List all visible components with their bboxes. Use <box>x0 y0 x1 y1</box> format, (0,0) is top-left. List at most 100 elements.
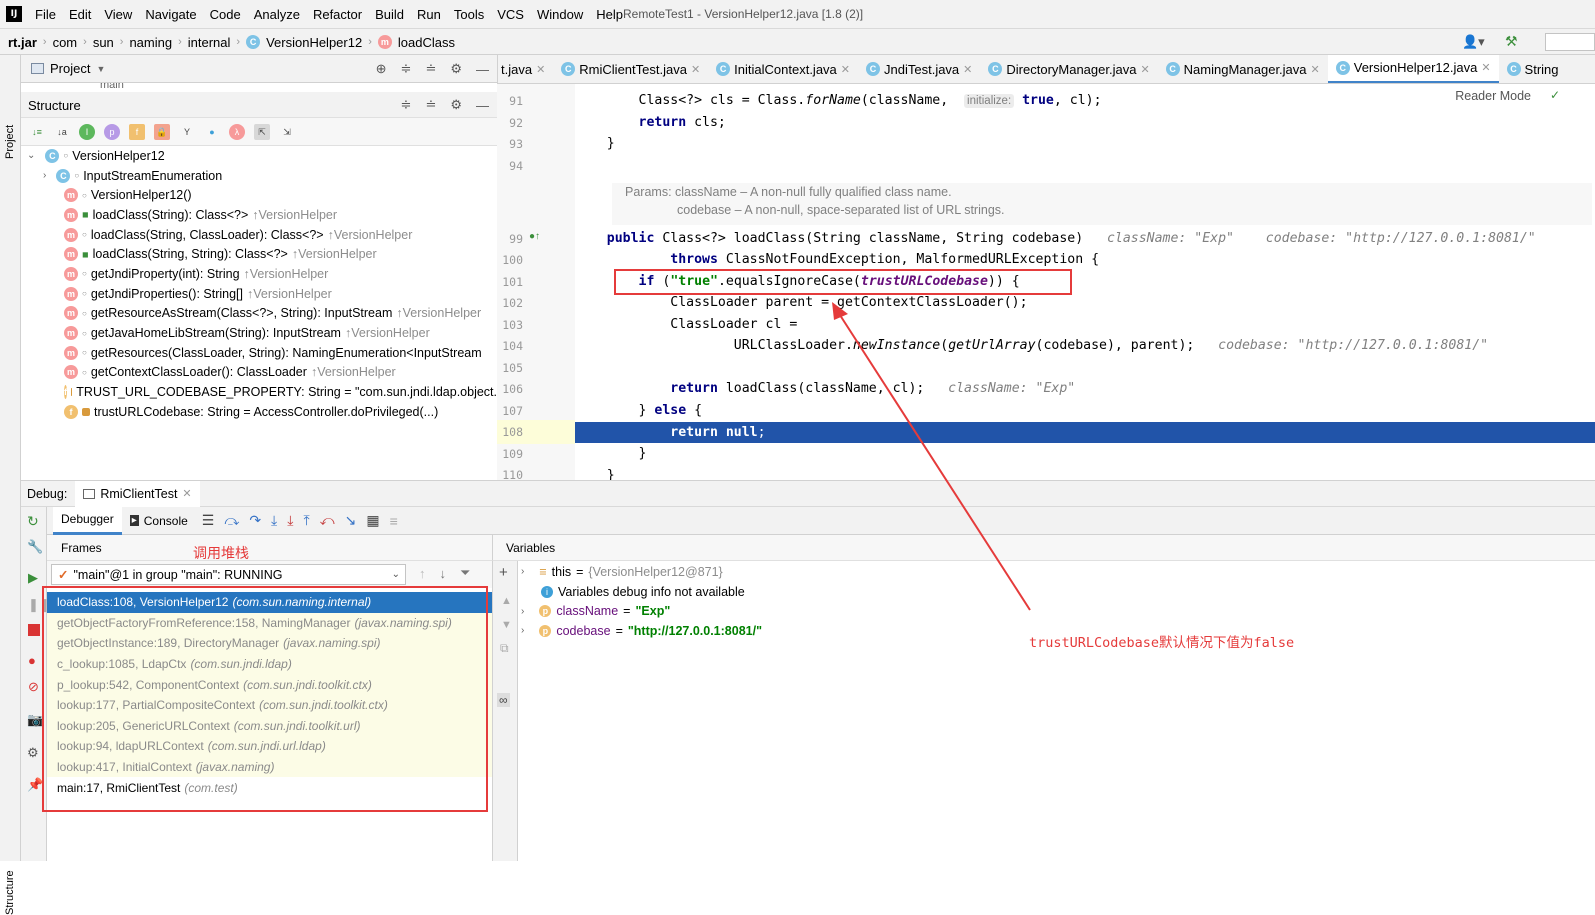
tree-item[interactable]: m ○ getJndiProperties(): String[] ↑Versio… <box>21 284 497 304</box>
tree-item[interactable]: › C ○ InputStreamEnumeration <box>21 166 497 186</box>
reader-mode-toggle[interactable]: Reader Mode <box>1455 89 1531 103</box>
run-to-cursor-icon[interactable]: ↘ <box>345 512 357 529</box>
tree-item[interactable]: m ○ getJavaHomeLibStream(String): InputSt… <box>21 323 497 343</box>
resume-icon[interactable]: ▶ <box>28 570 38 586</box>
arrow-down-icon[interactable]: ↓ <box>440 566 447 581</box>
menu-run[interactable]: Run <box>415 7 443 22</box>
gear-icon[interactable]: ⚙ <box>450 97 462 113</box>
breadcrumb-item-class[interactable]: VersionHelper12 <box>266 35 362 50</box>
close-icon[interactable]: ✕ <box>1311 63 1320 76</box>
breadcrumb-item-method[interactable]: loadClass <box>398 35 455 50</box>
variable-row[interactable]: › p className = "Exp" <box>518 601 1595 621</box>
collapse-all-icon[interactable]: ≐ <box>425 97 436 113</box>
show-non-public-icon[interactable]: 🔒 <box>154 123 170 140</box>
show-fields-icon[interactable]: f <box>129 123 145 140</box>
close-icon[interactable]: ✕ <box>841 63 850 76</box>
breadcrumb-item-naming[interactable]: naming <box>129 35 172 50</box>
close-icon[interactable]: ✕ <box>1140 63 1149 76</box>
chevron-down-icon[interactable]: ▼ <box>96 64 105 74</box>
stop-icon[interactable] <box>28 624 40 636</box>
menu-code[interactable]: Code <box>208 7 243 22</box>
tab-versionhelper12[interactable]: C VersionHelper12.java ✕ <box>1327 55 1499 83</box>
tree-item[interactable]: m ○ getResourceAsStream(Class<?>, String)… <box>21 304 497 324</box>
tree-item[interactable]: m ◼ loadClass(String): Class<?> ↑VersionH… <box>21 205 497 225</box>
autoscroll-from-source-icon[interactable]: ⇲ <box>279 124 295 140</box>
breadcrumb-item-com[interactable]: com <box>53 35 78 50</box>
menu-window[interactable]: Window <box>535 7 585 22</box>
tab-initialcontext[interactable]: C InitialContext.java ✕ <box>708 55 858 83</box>
show-properties-icon[interactable]: p <box>104 123 120 140</box>
menu-file[interactable]: File <box>33 7 58 22</box>
layout-menu-icon[interactable]: ☰ <box>202 512 215 529</box>
show-execution-point-icon[interactable]: ⤼ <box>224 512 239 529</box>
implementation-marker-icon[interactable]: ●↑ <box>529 231 540 242</box>
step-out-icon[interactable]: ⤒ <box>303 512 309 529</box>
menu-vcs[interactable]: VCS <box>495 7 526 22</box>
project-tool-tab[interactable]: Project <box>4 125 16 159</box>
tree-item[interactable]: m ○ loadClass(String, ClassLoader): Class… <box>21 225 497 245</box>
project-view-title[interactable]: Project <box>50 61 90 76</box>
arrow-up-icon[interactable]: ▲ <box>501 595 512 607</box>
locate-icon[interactable]: ⊕ <box>376 61 387 77</box>
add-watch-icon[interactable]: + <box>499 564 508 581</box>
variable-row[interactable]: › ≡ this = {VersionHelper12@871} <box>518 562 1595 582</box>
close-icon[interactable]: ✕ <box>536 63 545 76</box>
tree-item[interactable]: m ○ VersionHelper12() <box>21 185 497 205</box>
rerun-icon[interactable]: ↻ <box>27 513 39 530</box>
collapse-all-icon[interactable]: ≐ <box>425 61 436 77</box>
tree-item[interactable]: m ○ getJndiProperty(int): String ↑Version… <box>21 264 497 284</box>
thread-selector[interactable]: ✓ "main"@1 in group "main": RUNNING ⌄ <box>51 564 406 585</box>
menu-analyze[interactable]: Analyze <box>252 7 302 22</box>
glasses-icon[interactable]: ∞ <box>497 693 510 707</box>
minimize-icon[interactable]: — <box>476 98 489 113</box>
tree-item[interactable]: m ◼ loadClass(String, String): Class<?> ↑… <box>21 244 497 264</box>
tree-item[interactable]: f TRUST_URL_CODEBASE_PROPERTY: String = … <box>21 382 497 402</box>
user-icon[interactable]: 👤▾ <box>1462 34 1485 50</box>
structure-tool-tab[interactable]: Structure <box>4 870 16 915</box>
autoscroll-to-source-icon[interactable]: ⇱ <box>254 123 270 140</box>
expand-all-icon[interactable]: ≑ <box>401 97 412 113</box>
evaluate-expression-icon[interactable]: ▦ <box>366 512 379 529</box>
breadcrumb-item-sun[interactable]: sun <box>93 35 114 50</box>
chevron-right-icon[interactable]: › <box>521 606 524 617</box>
close-icon[interactable]: ✕ <box>1481 61 1490 74</box>
breadcrumb-item-rt-jar[interactable]: rt.jar <box>8 35 37 50</box>
menu-edit[interactable]: Edit <box>67 7 93 22</box>
close-icon[interactable]: ✕ <box>691 63 700 76</box>
tree-item[interactable]: f trustURLCodebase: String = AccessContr… <box>21 402 497 422</box>
drop-frame-icon[interactable]: ⤺ <box>320 512 335 529</box>
tab-directorymanager[interactable]: C DirectoryManager.java ✕ <box>980 55 1157 83</box>
sort-alpha-icon[interactable]: ↓a <box>54 124 70 140</box>
run-config-selector[interactable] <box>1545 33 1595 51</box>
menu-navigate[interactable]: Navigate <box>143 7 198 22</box>
tab-jnditest[interactable]: C JndiTest.java ✕ <box>858 55 980 83</box>
tab-rmiclienttest[interactable]: C RmiClientTest.java ✕ <box>553 55 708 83</box>
menu-build[interactable]: Build <box>373 7 406 22</box>
step-over-icon[interactable]: ↷ <box>249 512 261 529</box>
lambda-icon[interactable]: λ <box>229 123 245 140</box>
pin-icon[interactable]: 📌 <box>27 777 43 793</box>
close-icon[interactable]: ✕ <box>963 63 972 76</box>
tree-root[interactable]: ⌄ C ○ VersionHelper12 <box>21 146 497 166</box>
tab-string[interactable]: C String <box>1499 55 1567 83</box>
chevron-right-icon[interactable]: › <box>43 170 46 181</box>
breadcrumb-item-internal[interactable]: internal <box>188 35 231 50</box>
sort-visibility-icon[interactable]: ↓≡ <box>29 124 45 140</box>
trace-icon[interactable]: ≡ <box>390 513 398 529</box>
tab-debugger[interactable]: Debugger <box>53 506 122 535</box>
expand-all-icon[interactable]: ≑ <box>401 61 412 77</box>
build-hammer-icon[interactable]: ⚒ <box>1505 33 1518 50</box>
menu-tools[interactable]: Tools <box>452 7 486 22</box>
tab-t-java[interactable]: t.java ✕ <box>498 55 553 83</box>
settings-icon[interactable]: ⚙ <box>27 745 39 761</box>
tab-console[interactable]: ▸ Console <box>122 507 196 535</box>
minimize-icon[interactable]: — <box>476 62 489 77</box>
chevron-right-icon[interactable]: › <box>521 566 524 577</box>
show-inherited-icon[interactable]: I <box>79 123 95 140</box>
show-lambdas-icon[interactable]: ● <box>204 124 220 140</box>
arrow-up-icon[interactable]: ↑ <box>419 566 426 581</box>
debug-session-tab[interactable]: RmiClientTest ✕ <box>75 480 200 507</box>
chevron-down-icon[interactable]: ⌄ <box>27 150 35 161</box>
breakpoints-icon[interactable]: ● <box>28 653 36 668</box>
close-icon[interactable]: ✕ <box>182 487 191 500</box>
